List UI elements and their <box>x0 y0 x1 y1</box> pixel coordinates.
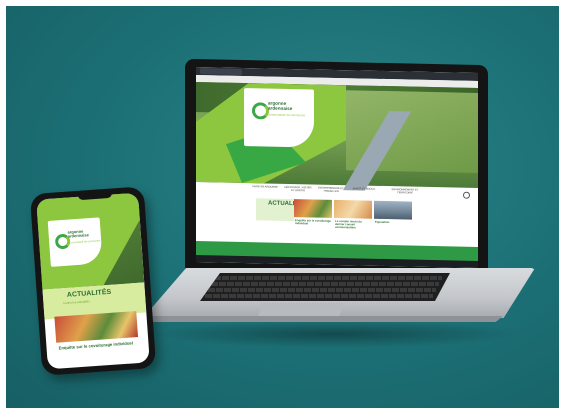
news-card-title: Enquête sur le covoiturage individuel <box>295 218 331 226</box>
key-row <box>208 288 436 292</box>
nav-item-environnement[interactable]: ENVIRONNEMENT ET TERRITOIRE <box>391 188 419 195</box>
news-card-title: Exposition <box>375 219 390 225</box>
news-card[interactable]: Exposition <box>374 200 412 242</box>
key-row <box>205 294 433 298</box>
logo-title: argonne ardennaise <box>268 101 292 112</box>
laptop-shadow <box>150 320 520 348</box>
logo-icon <box>252 102 269 120</box>
logo-title-line2: ardennaise <box>268 105 293 112</box>
phone-screen: argonne ardennaise communauté de commune… <box>36 192 150 370</box>
logo-subtitle: communauté de communes <box>268 112 306 118</box>
news-card-title: Le compte rendu du dernier conseil commu… <box>335 218 362 230</box>
key-row <box>214 276 442 280</box>
browser-tab[interactable] <box>200 68 242 76</box>
logo-card[interactable] <box>244 88 314 148</box>
nav-item-sante[interactable]: SANTÉ ET SOCIAL <box>350 187 378 191</box>
phone-logo-title: argonne ardennaise <box>67 229 89 239</box>
key-row <box>211 282 439 286</box>
search-icon[interactable] <box>463 191 470 199</box>
news-card[interactable]: Le compte rendu du dernier conseil commu… <box>334 199 372 241</box>
keyboard <box>200 273 450 301</box>
news-card-image <box>294 199 332 218</box>
news-card[interactable]: Enquête sur le covoiturage individuel <box>294 199 332 240</box>
news-card-image <box>374 200 412 220</box>
laptop-screen: argonne ardennaise communauté de commune… <box>196 67 478 268</box>
news-card-image <box>334 199 372 219</box>
trackpad <box>258 303 344 317</box>
nav-item-entreprendre[interactable]: ENTREPRENDRE ET TRAVAILLER <box>317 187 345 194</box>
phone-news-image[interactable] <box>54 311 139 343</box>
nav-item-vivre[interactable]: VIVRE EN ARGONNE <box>251 185 279 189</box>
laptop-front-edge <box>143 316 503 322</box>
nav-item-decouvrir[interactable]: DÉCOUVRIR, VISITER ET SORTIR <box>284 186 312 193</box>
